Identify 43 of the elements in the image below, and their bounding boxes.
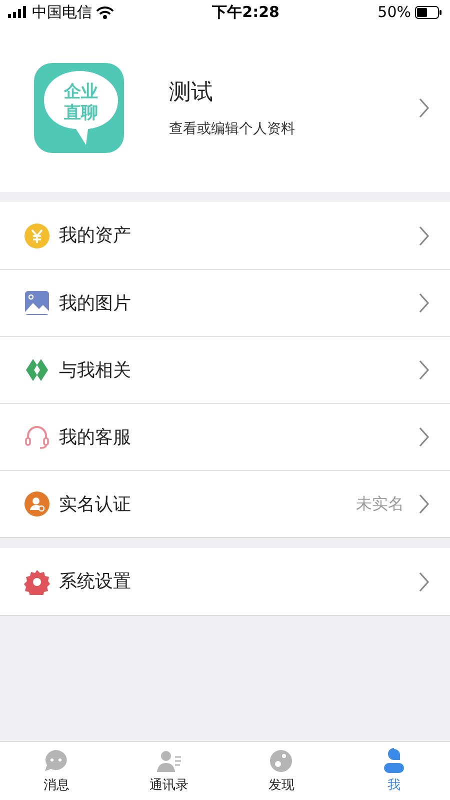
chevron-right-icon <box>418 426 430 448</box>
menu-item[interactable]: 我的客服 <box>0 403 450 470</box>
chevron-right-icon <box>418 493 430 515</box>
chevron-right-icon <box>418 292 430 314</box>
user-badge-icon <box>24 491 50 517</box>
carrier-name: 中国电信 <box>32 2 92 23</box>
logo-text: 直聊 <box>64 103 98 124</box>
tab-bar-item[interactable]: 消息 <box>0 742 112 800</box>
menu-item[interactable]: 实名认证 未实名 <box>0 470 450 537</box>
image-icon <box>24 290 50 316</box>
logo-text: 企业 <box>64 82 98 103</box>
wifi-icon <box>96 6 114 18</box>
menu-item[interactable]: 我的资产 <box>0 202 450 269</box>
profile-header[interactable]: 企业 直聊 测试 查看或编辑个人资料 <box>0 24 450 192</box>
leaf-icon <box>24 357 50 383</box>
headset-icon <box>24 424 50 450</box>
planet-icon <box>268 748 294 774</box>
tab-bar-item[interactable]: 发现 <box>225 742 338 800</box>
chevron-right-icon <box>418 359 430 381</box>
tab-bar-item[interactable]: 我 <box>338 742 450 800</box>
menu-item[interactable]: 我的图片 <box>0 269 450 336</box>
chevron-right-icon <box>418 224 430 246</box>
menu-label: 我的资产 <box>59 224 132 248</box>
chevron-right-icon <box>418 570 430 592</box>
profile-subtitle: 查看或编辑个人资料 <box>169 120 296 139</box>
profile-name: 测试 <box>169 79 214 107</box>
battery-icon <box>415 6 442 18</box>
menu-label: 我的图片 <box>59 292 132 316</box>
menu-item[interactable]: 系统设置 <box>0 548 450 615</box>
menu-item[interactable]: 与我相关 <box>0 336 450 403</box>
menu-label: 我的客服 <box>59 426 132 450</box>
battery-percent: 50% <box>378 2 411 23</box>
gear-icon <box>24 568 50 594</box>
signal-icon <box>8 6 28 18</box>
contacts-icon <box>156 748 182 774</box>
menu-label: 系统设置 <box>59 570 132 594</box>
clock-time: 下午2:28 <box>212 2 280 23</box>
coin-icon <box>24 222 50 248</box>
tab-bar-item[interactable]: 通讯录 <box>112 742 225 800</box>
menu-label: 实名认证 <box>59 492 132 516</box>
chevron-right-icon <box>418 97 430 119</box>
verification-status: 未实名 <box>356 493 404 515</box>
menu-label: 与我相关 <box>59 358 132 382</box>
